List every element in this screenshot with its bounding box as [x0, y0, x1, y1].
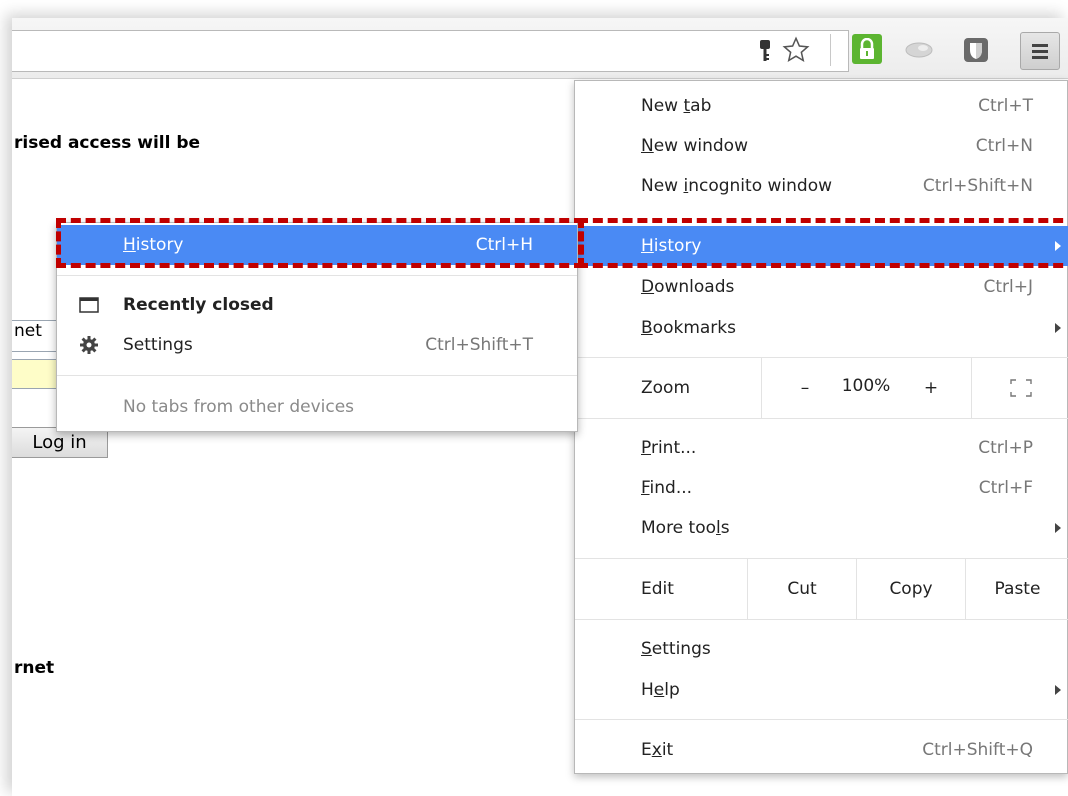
username-field[interactable]: net [12, 320, 62, 352]
shortcut-text: Ctrl+J [983, 277, 1033, 297]
edit-row: Edit Cut Copy Paste [575, 558, 1068, 620]
menu-item-print[interactable]: Print... Ctrl+P [575, 428, 1068, 468]
extension-icon[interactable] [902, 36, 936, 64]
menu-item-new-tab[interactable]: New tab Ctrl+T [575, 86, 1068, 126]
shield-extension-icon[interactable] [960, 34, 992, 66]
menu-item-label: More tools [641, 518, 730, 538]
shortcut-text: Ctrl+Shift+N [922, 176, 1033, 196]
toolbar-divider [830, 34, 831, 66]
key-icon[interactable] [754, 36, 776, 66]
shortcut-text: Ctrl+T [978, 96, 1033, 116]
password-field[interactable] [12, 359, 62, 389]
menu-item-new-window[interactable]: New window Ctrl+N [575, 126, 1068, 166]
gear-icon [80, 336, 98, 354]
menu-item-help[interactable]: Help [575, 670, 1068, 710]
menu-item-label: Bookmarks [641, 318, 736, 338]
recently-closed-label: Recently closed [123, 295, 274, 315]
no-tabs-label: No tabs from other devices [123, 397, 355, 417]
star-icon[interactable] [780, 34, 812, 66]
submenu-arrow-icon [1055, 523, 1061, 533]
zoom-out-button[interactable]: – [785, 358, 825, 418]
submenu-item-label: Settings [123, 335, 193, 355]
annotation-highlight-box [56, 218, 584, 268]
menu-item-more-tools[interactable]: More tools [575, 508, 1068, 548]
shortcut-text: Ctrl+N [975, 136, 1033, 156]
paste-button[interactable]: Paste [966, 559, 1068, 619]
zoom-label: Zoom [641, 378, 691, 398]
menu-item-label: New window [641, 136, 748, 156]
recently-closed-heading: Recently closed [57, 285, 577, 325]
cut-button[interactable]: Cut [748, 559, 856, 619]
page-footer-text: rnet [14, 658, 55, 678]
lock-extension-icon[interactable] [852, 34, 882, 64]
no-tabs-message: No tabs from other devices [57, 387, 577, 427]
page-notice-text: rised access will be [14, 133, 201, 153]
submenu-item-settings[interactable]: Settings Ctrl+Shift+T [57, 325, 577, 365]
shortcut-text: Ctrl+Shift+T [425, 335, 533, 355]
menu-item-label: Exit [641, 740, 674, 760]
submenu-arrow-icon [1055, 685, 1061, 695]
menu-icon[interactable] [1020, 32, 1060, 70]
submenu-separator [57, 375, 577, 376]
fullscreen-icon [1009, 379, 1032, 397]
menu-item-downloads[interactable]: Downloads Ctrl+J [575, 267, 1068, 307]
submenu-arrow-icon [1055, 323, 1061, 333]
divider [761, 358, 762, 418]
chrome-menu: New tab Ctrl+T New window Ctrl+N New inc… [574, 80, 1068, 774]
shortcut-text: Ctrl+F [978, 478, 1033, 498]
copy-button[interactable]: Copy [857, 559, 965, 619]
menu-item-exit[interactable]: Exit Ctrl+Shift+Q [575, 730, 1068, 770]
menu-item-label: Find... [641, 478, 693, 498]
zoom-row: Zoom – 100% + [575, 357, 1068, 419]
zoom-level: 100% [841, 376, 891, 396]
annotation-highlight-box [578, 218, 1068, 268]
menu-item-label: New incognito window [641, 176, 832, 196]
menu-item-label: Print... [641, 438, 697, 458]
menu-item-find[interactable]: Find... Ctrl+F [575, 468, 1068, 508]
menu-item-bookmarks[interactable]: Bookmarks [575, 308, 1068, 348]
menu-item-label: Downloads [641, 277, 735, 297]
zoom-in-button[interactable]: + [911, 358, 951, 418]
fullscreen-button[interactable] [972, 358, 1068, 418]
menu-item-settings[interactable]: Settings [575, 629, 1068, 669]
edit-label: Edit [641, 579, 674, 599]
menu-item-label: Settings [641, 639, 711, 659]
menu-item-new-incognito-window[interactable]: New incognito window Ctrl+Shift+N [575, 166, 1068, 206]
submenu-separator [57, 275, 577, 276]
menu-item-label: Help [641, 680, 680, 700]
menu-item-label: New tab [641, 96, 712, 116]
menu-separator [575, 719, 1068, 720]
address-bar[interactable] [12, 30, 849, 72]
shortcut-text: Ctrl+Shift+Q [922, 740, 1033, 760]
shortcut-text: Ctrl+P [978, 438, 1033, 458]
window-icon [79, 297, 99, 313]
